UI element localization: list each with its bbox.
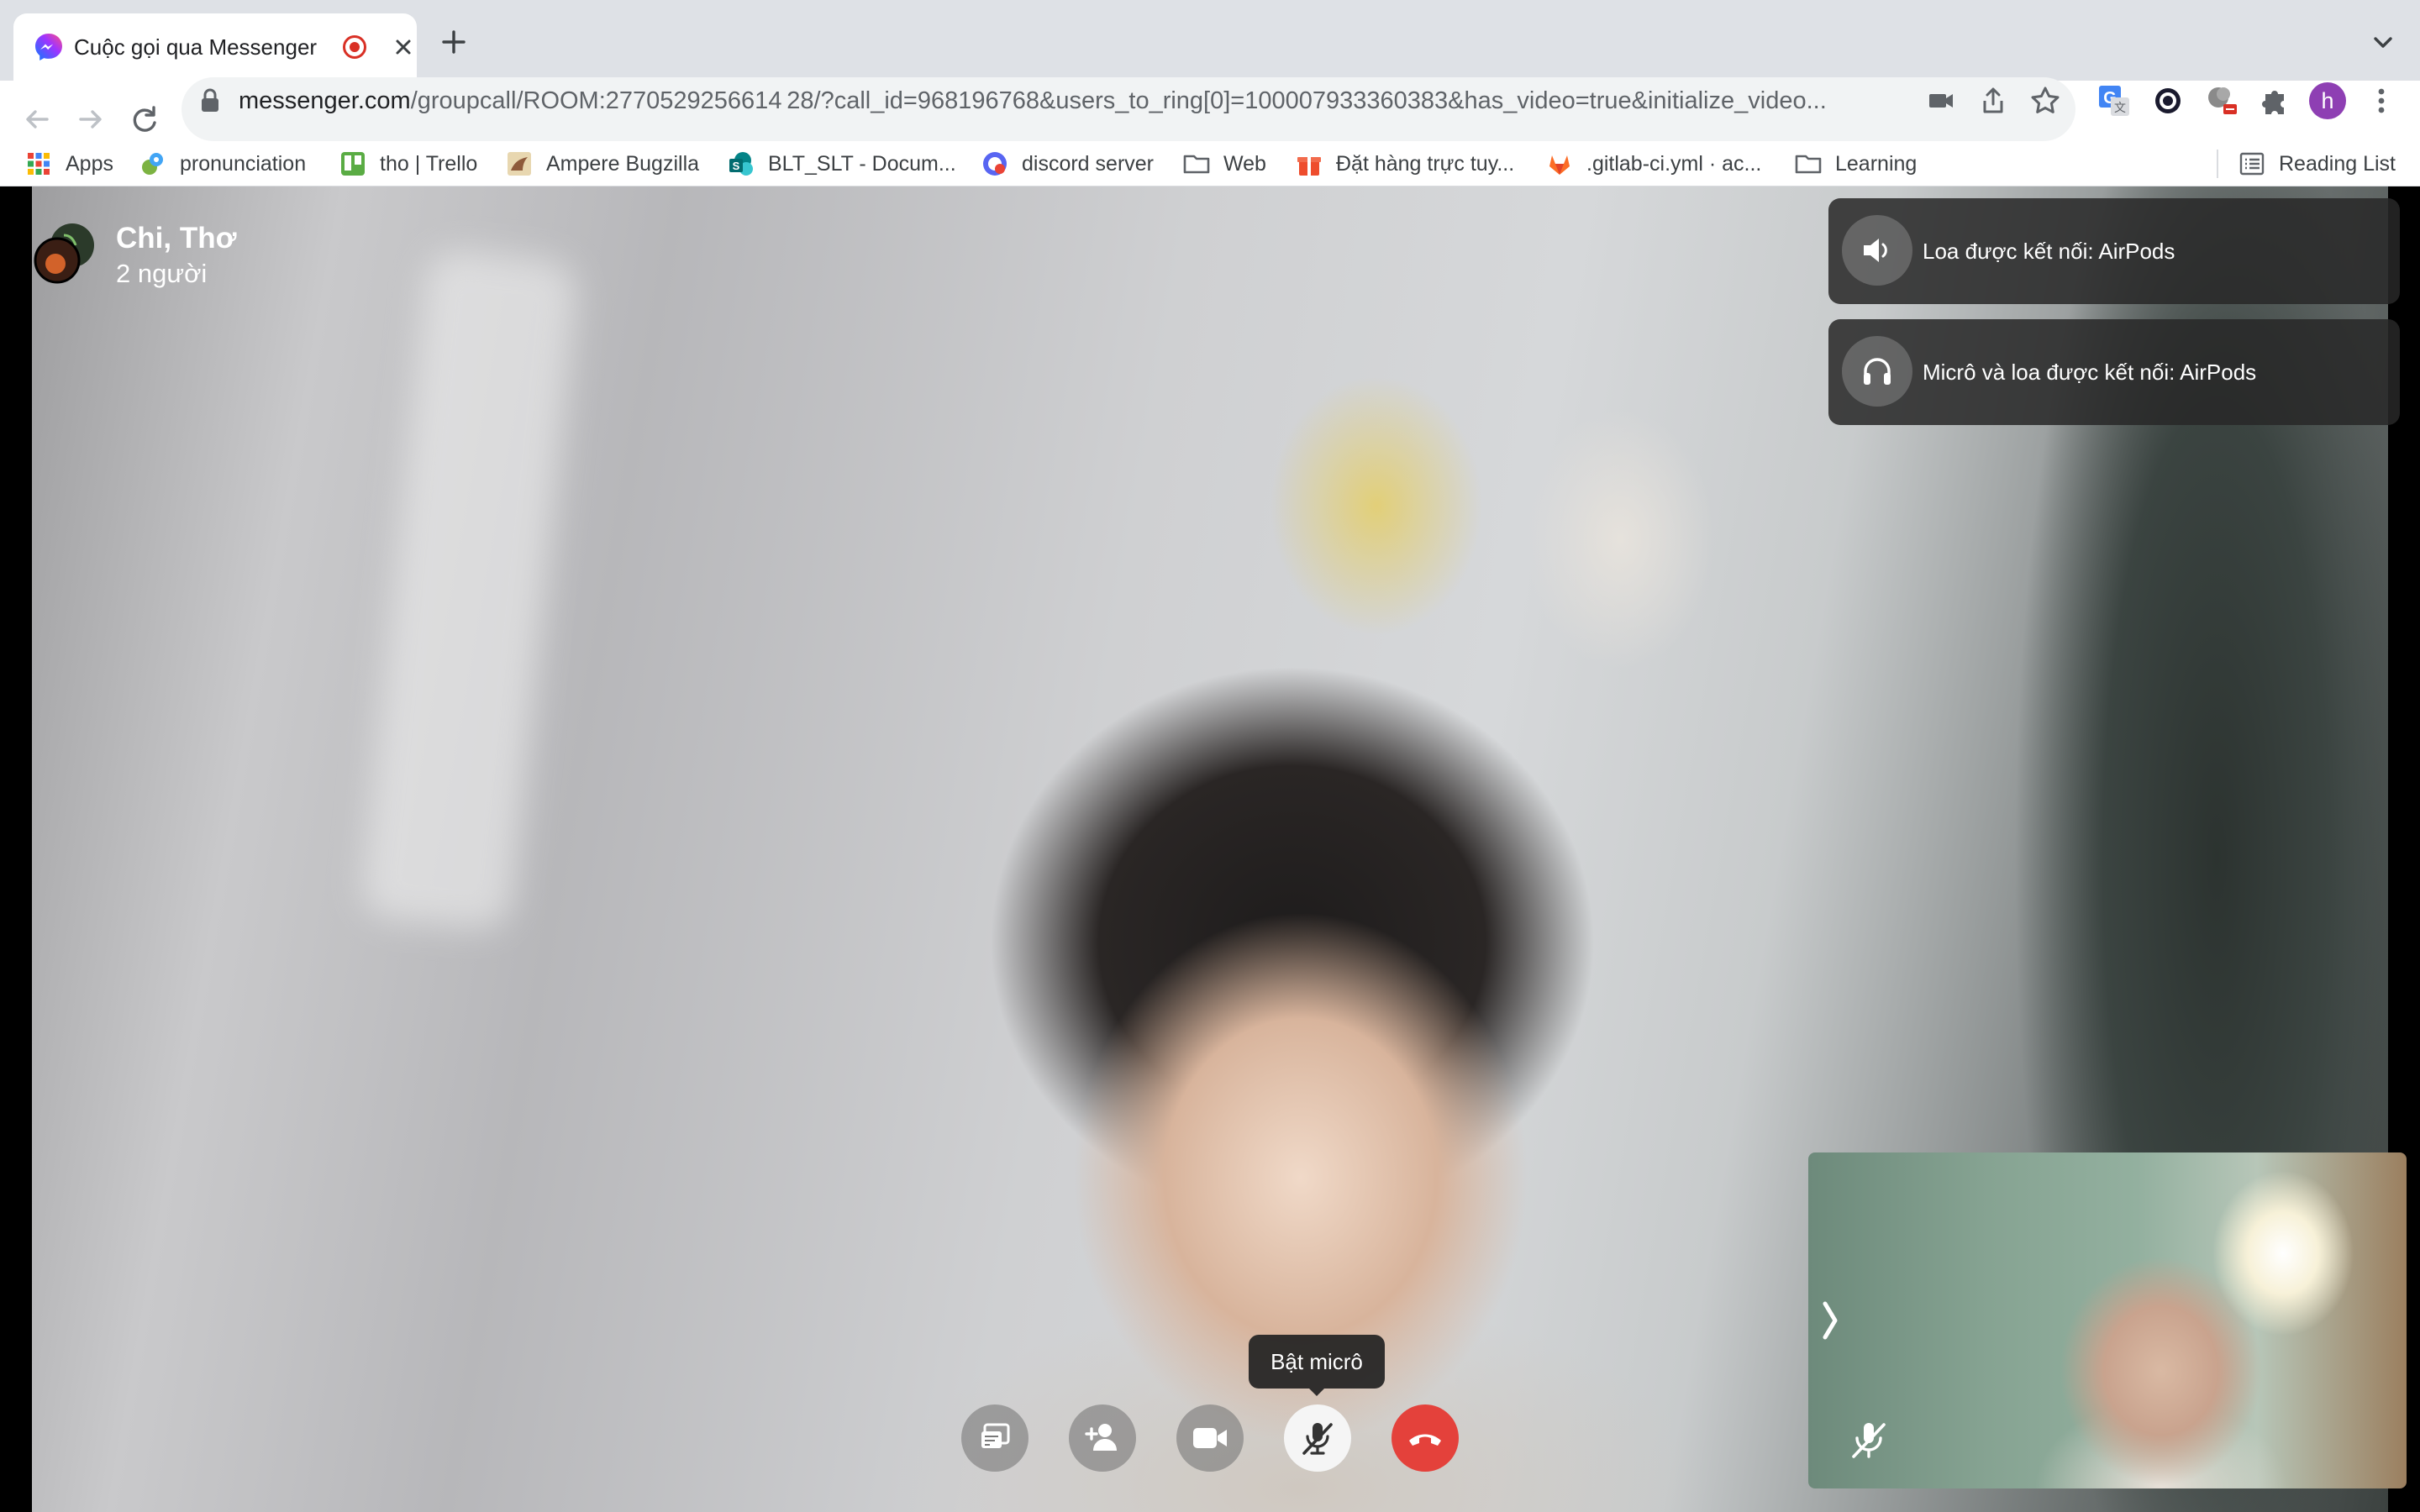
end-call-button[interactable] bbox=[1392, 1404, 1459, 1472]
browser-tab[interactable]: Cuộc gọi qua Messenger bbox=[13, 13, 417, 81]
notice-text: Micrô và loa được kết nối: AirPods bbox=[1923, 360, 2257, 385]
add-person-button[interactable] bbox=[1069, 1404, 1136, 1472]
extension-circle-icon[interactable] bbox=[2149, 82, 2186, 119]
apps-grid-icon bbox=[28, 153, 50, 175]
share-screen-button[interactable] bbox=[961, 1404, 1028, 1472]
mic-muted-icon bbox=[1852, 1423, 1886, 1458]
tab-title: Cuộc gọi qua Messenger bbox=[74, 34, 318, 60]
url-host: messenger.com bbox=[239, 87, 411, 114]
reading-list-button[interactable]: Reading List bbox=[2238, 141, 2396, 186]
notice-mic-speaker-connected: Micrô và loa được kết nối: AirPods bbox=[1828, 319, 2400, 425]
unmute-mic-button[interactable] bbox=[1284, 1404, 1351, 1472]
bookmark-trello[interactable]: tho | Trello bbox=[339, 141, 477, 186]
bookmark-label: Apps bbox=[66, 151, 113, 176]
discord-icon bbox=[983, 152, 1007, 176]
google-translate-icon[interactable]: G 文 bbox=[2096, 82, 2133, 119]
menu-kebab-icon[interactable] bbox=[2363, 82, 2400, 119]
call-area: Chi, Thơ 2 người Loa được kết nối: AirPo… bbox=[0, 186, 2420, 1512]
url-path: /groupcall/ROOM:2770529256614 28/?call_i… bbox=[410, 87, 1827, 114]
video-camera-icon bbox=[1193, 1428, 1227, 1448]
bookmark-label: Đặt hàng trực tuy... bbox=[1336, 151, 1515, 176]
extension-cloud-icon[interactable] bbox=[2203, 82, 2240, 119]
gift-icon bbox=[1297, 157, 1321, 176]
camera-toggle-button[interactable] bbox=[1176, 1404, 1244, 1472]
notice-text: Loa được kết nối: AirPods bbox=[1923, 239, 2175, 264]
bookmark-label: Learning bbox=[1835, 151, 1918, 176]
call-title: Chi, Thơ bbox=[116, 222, 237, 255]
tab-search-chevron-icon[interactable] bbox=[2366, 25, 2400, 59]
reading-list-label: Reading List bbox=[2279, 151, 2396, 176]
bookmark-bugzilla[interactable]: Ampere Bugzilla bbox=[506, 141, 699, 186]
participant-count: 2 người bbox=[116, 259, 208, 288]
group-avatar bbox=[34, 223, 94, 284]
expand-chevron-icon[interactable] bbox=[1815, 1294, 1845, 1347]
bookmark-apps[interactable]: Apps bbox=[25, 141, 113, 186]
bugzilla-icon bbox=[508, 152, 531, 176]
camera-in-use-icon[interactable] bbox=[1924, 84, 1958, 118]
bookmark-star-icon[interactable] bbox=[2028, 84, 2062, 118]
bookmarks-divider bbox=[2217, 150, 2218, 178]
notice-speaker-connected: Loa được kết nối: AirPods bbox=[1828, 198, 2400, 304]
lock-icon[interactable] bbox=[198, 87, 222, 114]
browser-tabstrip: Cuộc gọi qua Messenger bbox=[0, 0, 2420, 81]
hang-up-icon bbox=[1409, 1434, 1441, 1446]
folder-icon bbox=[1183, 155, 1210, 174]
bookmark-blt-slt[interactable]: S BLT_SLT - Docum... bbox=[728, 141, 956, 186]
bookmark-folder-web[interactable]: Web bbox=[1183, 141, 1266, 186]
gitlab-icon bbox=[1549, 155, 1570, 175]
bookmark-label: discord server bbox=[1022, 151, 1154, 176]
bookmark-pronunciation[interactable]: pronunciation bbox=[139, 141, 306, 186]
video-light-glare bbox=[358, 247, 580, 932]
bookmark-label: tho | Trello bbox=[380, 151, 478, 176]
share-screen-icon bbox=[981, 1423, 1010, 1448]
pronunciation-icon bbox=[142, 153, 163, 175]
self-video-pip[interactable] bbox=[1808, 1152, 2407, 1488]
bookmark-label: Ampere Bugzilla bbox=[546, 151, 700, 176]
mic-off-icon bbox=[1302, 1423, 1333, 1455]
url-text[interactable]: messenger.com/groupcall/ROOM:27705292566… bbox=[239, 86, 1902, 116]
new-tab-icon[interactable] bbox=[437, 25, 471, 59]
forward-icon[interactable] bbox=[72, 101, 109, 138]
back-icon[interactable] bbox=[18, 101, 55, 138]
trello-icon bbox=[341, 152, 365, 176]
profile-avatar[interactable]: h bbox=[2309, 82, 2346, 119]
bookmark-label: BLT_SLT - Docum... bbox=[768, 151, 956, 176]
reload-icon[interactable] bbox=[126, 101, 163, 138]
bookmark-folder-learning[interactable]: Learning bbox=[1795, 141, 1917, 186]
bookmark-label: pronunciation bbox=[180, 151, 307, 176]
recording-indicator-icon bbox=[343, 35, 366, 59]
svg-text:文: 文 bbox=[2114, 101, 2126, 114]
extensions-puzzle-icon[interactable] bbox=[2257, 82, 2294, 119]
unmute-tooltip: Bật micrô bbox=[1249, 1335, 1385, 1396]
bookmarks-bar: Apps pronunciation tho | Trello Ampere B… bbox=[0, 141, 2420, 186]
bookmark-discord[interactable]: discord server bbox=[981, 141, 1154, 186]
sharepoint-icon: S bbox=[729, 152, 753, 176]
bookmark-order-online[interactable]: Đặt hàng trực tuy... bbox=[1296, 141, 1514, 186]
svg-text:S: S bbox=[733, 160, 740, 172]
bookmark-gitlab[interactable]: .gitlab-ci.yml · ac... bbox=[1546, 141, 1761, 186]
headphones-icon bbox=[1864, 358, 1891, 385]
folder-icon bbox=[1795, 155, 1822, 174]
close-tab-icon[interactable] bbox=[387, 30, 420, 64]
bookmark-label: Web bbox=[1223, 151, 1266, 176]
speaker-icon bbox=[1864, 239, 1887, 262]
share-icon[interactable] bbox=[1976, 84, 2010, 118]
messenger-icon bbox=[35, 34, 62, 60]
reading-list-icon bbox=[2239, 152, 2265, 176]
add-person-icon bbox=[1085, 1424, 1117, 1451]
bookmark-label: .gitlab-ci.yml · ac... bbox=[1586, 151, 1762, 176]
